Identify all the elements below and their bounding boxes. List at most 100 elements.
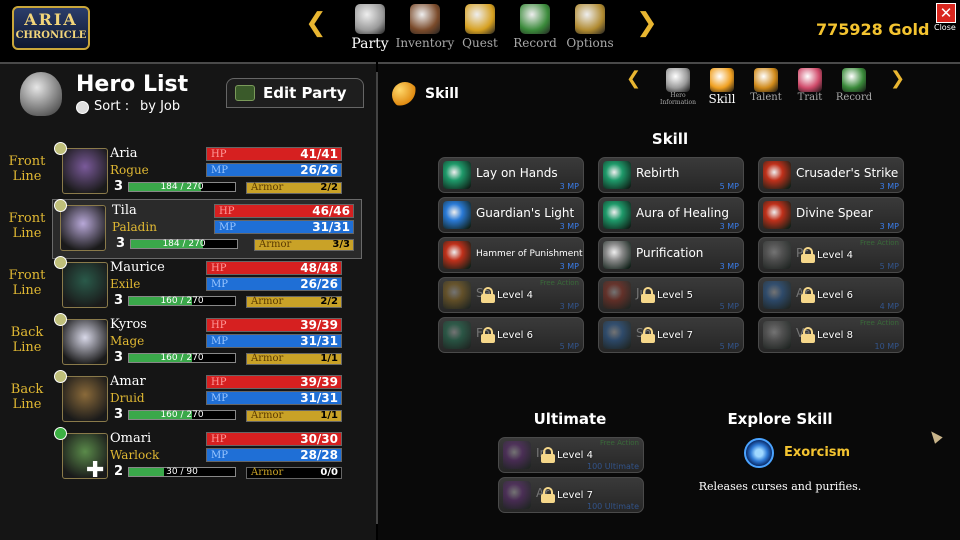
close-button[interactable]: ✕ bbox=[936, 3, 956, 23]
gear-icon bbox=[575, 4, 605, 34]
free-action-tag: Free Action bbox=[859, 239, 899, 247]
skill-name: Purification bbox=[636, 246, 704, 260]
lock-body bbox=[641, 294, 655, 303]
purify-icon bbox=[603, 241, 631, 269]
mp-value: 31/31 bbox=[300, 334, 338, 348]
sort-value[interactable]: by Job bbox=[140, 99, 180, 114]
light-icon bbox=[443, 201, 471, 229]
edit-party-icon bbox=[235, 85, 255, 101]
hero-level: 3 bbox=[116, 236, 126, 251]
mp-value: 31/31 bbox=[300, 391, 338, 405]
close-label[interactable]: Close bbox=[934, 23, 956, 32]
unlock-level: Level 4 bbox=[817, 250, 853, 261]
skill-cost: 5 MP bbox=[879, 262, 899, 271]
skill-card[interactable]: Ju 5 MP Level 5 bbox=[598, 277, 744, 313]
nav-tab-quest[interactable]: Quest bbox=[450, 4, 510, 50]
mp-bar: MP 28/28 bbox=[206, 448, 342, 462]
tab-next-arrow-icon[interactable]: ❯ bbox=[890, 68, 905, 89]
tab-label: Skill bbox=[708, 92, 736, 106]
skill-cost: 3 MP bbox=[559, 302, 579, 311]
skill-card[interactable]: Purification 3 MP bbox=[598, 237, 744, 273]
skill-card[interactable]: Ar 4 MP Level 6 bbox=[758, 277, 904, 313]
nav-tab-record[interactable]: Record bbox=[505, 4, 565, 50]
nav-tab-party[interactable]: Party bbox=[340, 4, 400, 52]
skill-cost: 4 MP bbox=[879, 302, 899, 311]
spear-icon bbox=[763, 201, 791, 229]
formation-line-label[interactable]: Back Line bbox=[4, 325, 50, 355]
sort-icon[interactable] bbox=[76, 101, 89, 114]
hero-name: Aria bbox=[110, 146, 138, 161]
skill-card[interactable]: Crusader's Strike 3 MP bbox=[758, 157, 904, 193]
skill-card[interactable]: Aura of Healing 3 MP bbox=[598, 197, 744, 233]
skill-card[interactable]: Ar 100 Ultimate Level 7 bbox=[498, 477, 644, 513]
exorcism-icon[interactable] bbox=[744, 438, 774, 468]
trait-icon bbox=[798, 68, 822, 92]
skill-name: Aura of Healing bbox=[636, 206, 729, 220]
ultimate-1-icon bbox=[503, 441, 531, 469]
nav-tab-options[interactable]: Options bbox=[560, 4, 620, 50]
skill-card[interactable]: Va 10 MP Free Action Level 8 bbox=[758, 317, 904, 353]
lock-icon bbox=[641, 327, 655, 343]
lock-body bbox=[541, 494, 555, 503]
hero-name: Kyros bbox=[110, 317, 147, 332]
tab-trait[interactable]: Trait bbox=[788, 68, 832, 103]
mp-bar: MP 31/31 bbox=[214, 220, 354, 234]
skill-card[interactable]: Fo 5 MP Level 6 bbox=[438, 317, 584, 353]
nav-next-arrow-icon[interactable]: ❯ bbox=[636, 8, 658, 38]
mp-value: 26/26 bbox=[300, 277, 338, 291]
skill-cost: 10 MP bbox=[874, 342, 899, 351]
nav-tab-label: Quest bbox=[462, 36, 498, 50]
skill-card[interactable]: Lay on Hands 3 MP bbox=[438, 157, 584, 193]
tab-talent[interactable]: Talent bbox=[744, 68, 788, 103]
skill-card[interactable]: Guardian's Light 3 MP bbox=[438, 197, 584, 233]
skill-card[interactable]: Divine Spear 3 MP bbox=[758, 197, 904, 233]
heart-icon bbox=[754, 68, 778, 92]
mp-label: MP bbox=[211, 450, 228, 461]
mp-label: MP bbox=[219, 222, 236, 233]
skill-cost: 5 MP bbox=[719, 342, 739, 351]
skill-name: Hammer of Punishment bbox=[476, 249, 583, 259]
skill-card[interactable]: Pr 5 MP Free Action Level 4 bbox=[758, 237, 904, 273]
unlock-level: Level 8 bbox=[817, 330, 853, 341]
armor-bar: Armor 1/1 bbox=[246, 353, 342, 365]
formation-line-label[interactable]: Front Line bbox=[4, 268, 50, 298]
mp-value: 31/31 bbox=[312, 220, 350, 234]
fortress-icon bbox=[443, 321, 471, 349]
tab-record[interactable]: Record bbox=[832, 68, 876, 103]
mp-label: MP bbox=[211, 165, 228, 176]
tab-hero-information[interactable]: Hero Information bbox=[656, 68, 700, 106]
explore-skill-name[interactable]: Exorcism bbox=[784, 445, 850, 460]
skill-card[interactable]: Hammer of Punishment 3 MP bbox=[438, 237, 584, 273]
hp-label: HP bbox=[211, 149, 227, 160]
free-action-tag: Free Action bbox=[859, 319, 899, 327]
skill-card[interactable]: Rebirth 5 MP bbox=[598, 157, 744, 193]
formation-line-label[interactable]: Back Line bbox=[4, 382, 50, 412]
nav-tab-inventory[interactable]: Inventory bbox=[395, 4, 455, 50]
tab-skill[interactable]: Skill bbox=[700, 68, 744, 106]
skill-card[interactable]: Sh 5 MP Level 7 bbox=[598, 317, 744, 353]
edit-party-button[interactable]: Edit Party bbox=[226, 78, 364, 108]
mp-value: 26/26 bbox=[300, 163, 338, 177]
hero-name: Omari bbox=[110, 431, 152, 446]
formation-line-label[interactable]: Front Line bbox=[4, 211, 50, 241]
armor-label: Armor bbox=[251, 410, 284, 421]
sort-label[interactable]: Sort : bbox=[94, 99, 129, 114]
skill-card[interactable]: Sa 3 MP Free Action Level 4 bbox=[438, 277, 584, 313]
skill-card[interactable]: In 100 Ultimate Free Action Level 4 bbox=[498, 437, 644, 473]
armor-label: Armor bbox=[251, 296, 284, 307]
skill-cost: 5 MP bbox=[719, 182, 739, 191]
hero-list-helmet-icon bbox=[20, 72, 62, 116]
unlock-level: Level 6 bbox=[497, 330, 533, 341]
lock-body bbox=[801, 254, 815, 263]
hp-label: HP bbox=[211, 320, 227, 331]
hp-label: HP bbox=[219, 206, 235, 217]
edit-party-label: Edit Party bbox=[263, 84, 347, 102]
trophy-icon bbox=[465, 4, 495, 34]
skill-cost: 3 MP bbox=[719, 222, 739, 231]
nav-prev-arrow-icon[interactable]: ❮ bbox=[305, 8, 327, 38]
tab-prev-arrow-icon[interactable]: ❮ bbox=[626, 68, 641, 89]
formation-line-label[interactable]: Front Line bbox=[4, 154, 50, 184]
unlock-level: Level 6 bbox=[817, 290, 853, 301]
mood-icon bbox=[54, 313, 67, 326]
mood-icon bbox=[54, 370, 67, 383]
